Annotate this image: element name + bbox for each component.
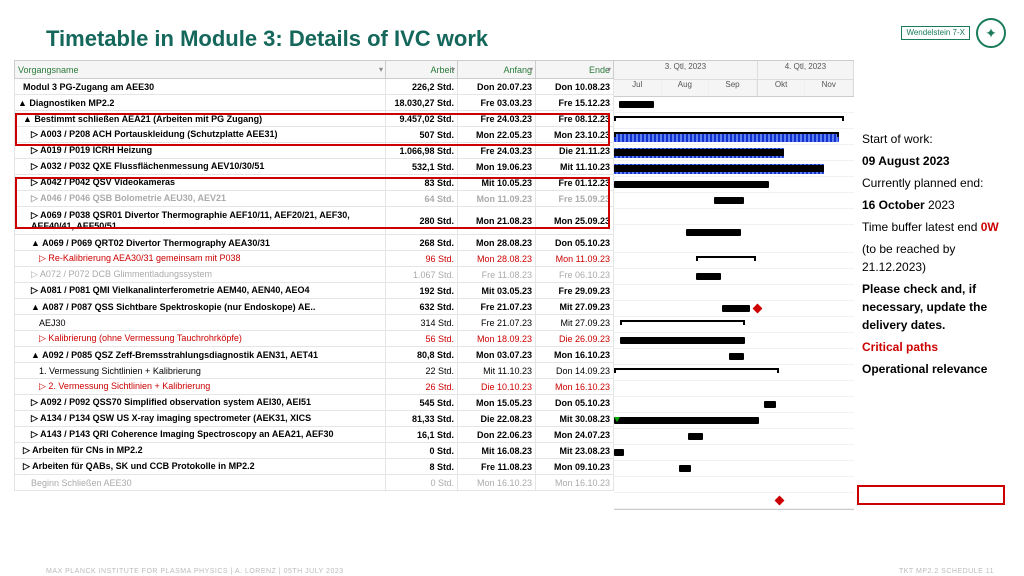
logo-group: Wendelstein 7-X ✦ bbox=[901, 18, 1006, 48]
gantt-row bbox=[614, 225, 854, 253]
gantt-row bbox=[614, 269, 854, 285]
col-name[interactable]: Vorgangsname▾ bbox=[15, 61, 386, 79]
gantt-row bbox=[614, 445, 854, 461]
table-row[interactable]: ▷ A046 / P046 QSB Bolometrie AEU30, AEV2… bbox=[15, 191, 614, 207]
table-row[interactable]: Beginn Schließen AEE300 Std.Mon 16.10.23… bbox=[15, 475, 614, 491]
gantt-row bbox=[614, 365, 854, 381]
table-row[interactable]: ▷ A003 / P208 ACH Portauskleidung (Schut… bbox=[15, 127, 614, 143]
table-row[interactable]: AEJ30314 Std.Fre 21.07.23Mit 27.09.23 bbox=[15, 315, 614, 331]
gantt-q3: 3. Qtl, 2023 bbox=[614, 61, 757, 80]
gantt-row bbox=[614, 209, 854, 225]
table-row[interactable]: ▷ A069 / P038 QSR01 Divertor Thermograph… bbox=[15, 207, 614, 235]
table-row[interactable]: ▷ Re-Kalibrierung AEA30/31 gemeinsam mit… bbox=[15, 251, 614, 267]
footer-right: TKT MP2.2 SCHEDULE 11 bbox=[899, 568, 994, 575]
table-row[interactable]: ▷ A143 / P143 QRI Coherence Imaging Spec… bbox=[15, 427, 614, 443]
gantt-row bbox=[614, 177, 854, 193]
gantt-chart: 3. Qtl, 2023 Jul Aug Sep 4. Qtl, 2023 Ok… bbox=[614, 60, 854, 510]
highlight-box-3 bbox=[857, 485, 1005, 505]
table-row[interactable]: ▲ Diagnostiken MP2.218.030,27 Std.Fre 03… bbox=[15, 95, 614, 111]
slide-title: Timetable in Module 3: Details of IVC wo… bbox=[0, 0, 1024, 52]
table-row[interactable]: ▷ A092 / P092 QSS70 Simplified observati… bbox=[15, 395, 614, 411]
col-start[interactable]: Anfang▾ bbox=[458, 61, 536, 79]
footer-left: MAX PLANCK INSTITUTE FOR PLASMA PHYSICS … bbox=[46, 568, 344, 575]
gantt-row bbox=[614, 429, 854, 445]
gantt-row bbox=[614, 493, 854, 509]
gantt-row bbox=[614, 477, 854, 493]
table-row[interactable]: Modul 3 PG-Zugang am AEE30226,2 Std.Don … bbox=[15, 79, 614, 95]
gantt-row bbox=[614, 461, 854, 477]
gantt-row bbox=[614, 97, 854, 113]
task-table: Vorgangsname▾ Arbeit▾ Anfang▾ Ende▾ Modu… bbox=[14, 60, 614, 491]
table-row[interactable]: ▷ Arbeiten für QABs, SK und CCB Protokol… bbox=[15, 459, 614, 475]
gantt-row bbox=[614, 113, 854, 129]
table-row[interactable]: ▷ A081 / P081 QMI Vielkanalinterferometr… bbox=[15, 283, 614, 299]
gantt-row bbox=[614, 161, 854, 177]
gantt-row bbox=[614, 349, 854, 365]
col-end[interactable]: Ende▾ bbox=[536, 61, 614, 79]
gantt-row bbox=[614, 317, 854, 333]
table-row[interactable]: ▲ A087 / P087 QSS Sichtbare Spektroskopi… bbox=[15, 299, 614, 315]
table-row[interactable]: ▷ 2. Vermessung Sichtlinien + Kalibrieru… bbox=[15, 379, 614, 395]
gantt-row bbox=[614, 145, 854, 161]
table-row[interactable]: ▷ A072 / P072 DCB Glimmentladungssystem1… bbox=[15, 267, 614, 283]
table-row[interactable]: ▲ A092 / P085 QSZ Zeff-Bremsstrahlungsdi… bbox=[15, 347, 614, 363]
task-table-wrap: Vorgangsname▾ Arbeit▾ Anfang▾ Ende▾ Modu… bbox=[14, 60, 614, 510]
gantt-row bbox=[614, 193, 854, 209]
mpg-logo: ✦ bbox=[976, 18, 1006, 48]
gantt-row bbox=[614, 285, 854, 301]
operational-relevance: Operational relevance bbox=[862, 360, 1009, 378]
col-work[interactable]: Arbeit▾ bbox=[386, 61, 458, 79]
table-row[interactable]: ▲ Bestimmt schließen AEA21 (Arbeiten mit… bbox=[15, 111, 614, 127]
gantt-row bbox=[614, 381, 854, 397]
table-row[interactable]: ▷ Kalibrierung (ohne Vermessung Tauchroh… bbox=[15, 331, 614, 347]
table-row[interactable]: 1. Vermessung Sichtlinien + Kalibrierung… bbox=[15, 363, 614, 379]
wendelstein-logo: Wendelstein 7-X bbox=[901, 26, 970, 40]
gantt-row bbox=[614, 129, 854, 145]
gantt-row bbox=[614, 333, 854, 349]
table-row[interactable]: ▷ A134 / P134 QSW US X-ray imaging spect… bbox=[15, 411, 614, 427]
table-row[interactable]: ▷ A042 / P042 QSV Videokameras83 Std.Mit… bbox=[15, 175, 614, 191]
table-row[interactable]: ▲ A069 / P069 QRT02 Divertor Thermograph… bbox=[15, 235, 614, 251]
side-notes: Start of work: 09 August 2023 Currently … bbox=[854, 60, 1009, 510]
gantt-row bbox=[614, 413, 854, 429]
gantt-row bbox=[614, 301, 854, 317]
table-row[interactable]: ▷ A032 / P032 QXE Flussflächenmessung AE… bbox=[15, 159, 614, 175]
gantt-row bbox=[614, 253, 854, 269]
table-row[interactable]: ▷ Arbeiten für CNs in MP2.20 Std.Mit 16.… bbox=[15, 443, 614, 459]
gantt-q4: 4. Qtl, 2023 bbox=[758, 61, 853, 80]
gantt-row bbox=[614, 397, 854, 413]
table-row[interactable]: ▷ A019 / P019 ICRH Heizung1.066,98 Std.F… bbox=[15, 143, 614, 159]
